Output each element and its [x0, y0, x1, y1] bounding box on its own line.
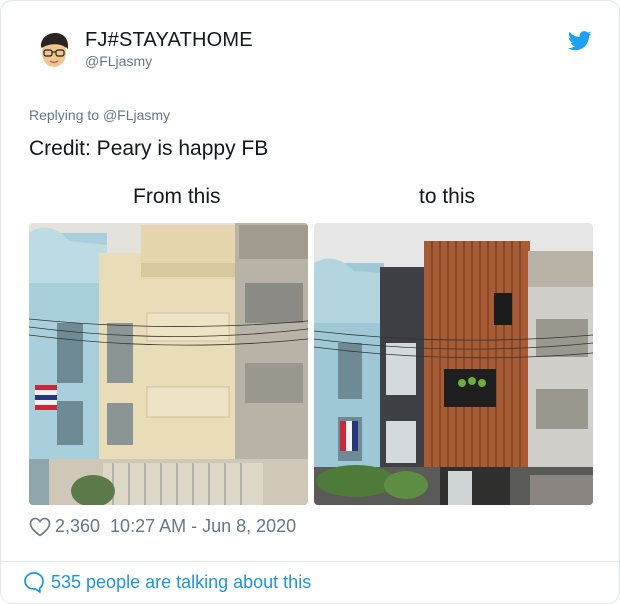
conversation-link[interactable]: 535 people are talking about this — [23, 571, 311, 593]
avatar-icon — [40, 33, 69, 67]
like-count[interactable]: 2,360 — [55, 516, 100, 537]
timestamp[interactable]: 10:27 AM - Jun 8, 2020 — [110, 516, 296, 537]
avatar[interactable] — [37, 32, 71, 70]
replying-prefix: Replying to — [29, 107, 100, 123]
twitter-bird-icon[interactable] — [567, 31, 592, 51]
replying-to: Replying to @FLjasmy — [29, 107, 170, 123]
photo-before[interactable] — [29, 223, 308, 505]
tweet-card: FJ#STAYATHOME @FLjasmy Replying to @FLja… — [0, 0, 620, 604]
tweet-meta: 2,360 10:27 AM - Jun 8, 2020 — [29, 516, 296, 537]
heart-outline-icon[interactable] — [29, 517, 51, 537]
caption-before: From this — [133, 185, 221, 208]
replying-handle-link[interactable]: @FLjasmy — [103, 107, 170, 123]
photo-after[interactable] — [314, 223, 593, 505]
user-handle[interactable]: @FLjasmy — [85, 53, 152, 69]
conversation-count[interactable]: 535 people are talking about this — [51, 572, 311, 593]
display-name[interactable]: FJ#STAYATHOME — [85, 29, 253, 52]
speech-bubble-icon — [23, 571, 45, 593]
tweet-text: Credit: Peary is happy FB — [29, 137, 269, 160]
divider — [1, 561, 619, 562]
caption-after: to this — [419, 185, 476, 208]
